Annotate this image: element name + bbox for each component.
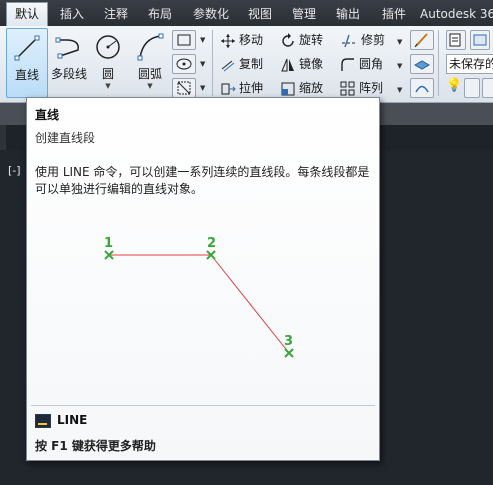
trim-button[interactable]: 修剪 — [340, 30, 385, 50]
tooltip-subtitle: 创建直线段 — [35, 131, 96, 145]
copy-label: 复制 — [239, 57, 264, 71]
chevron-down-icon[interactable]: ▼ — [397, 86, 402, 94]
tab-autodesk-360[interactable]: Autodesk 360 — [420, 3, 493, 25]
tab-layout[interactable]: 布局 — [140, 3, 180, 25]
circle-icon — [96, 35, 120, 59]
layer-lock-icon[interactable] — [482, 78, 493, 98]
tooltip-description: 使用 LINE 命令，可以创建一系列连续的直线段。每条线段都是可以单独进行编辑的… — [35, 165, 370, 196]
chevron-down-icon[interactable]: ▼ — [397, 38, 402, 46]
fillet-button[interactable]: 圆角 — [340, 54, 383, 74]
stretch-button[interactable]: 拉伸 — [220, 78, 263, 98]
circle-label: 圆 — [101, 67, 114, 81]
lightbulb-icon[interactable]: 💡 — [446, 78, 462, 93]
line-icon — [14, 35, 40, 61]
copy-icon — [221, 60, 235, 71]
line-label: 直线 — [14, 68, 39, 82]
tab-default[interactable]: 默认 — [6, 2, 48, 27]
point-3-marker: 3 — [284, 334, 294, 358]
polyline-label: 多段线 — [50, 67, 87, 81]
fillet-label: 圆角 — [359, 57, 384, 71]
rotate-label: 旋转 — [299, 33, 324, 47]
chevron-down-icon[interactable]: ▼ — [200, 84, 205, 92]
tab-annotate[interactable]: 注释 — [96, 3, 136, 25]
circle-button[interactable]: 圆 ▼ — [88, 28, 128, 96]
mirror-button[interactable]: 镜像 — [280, 54, 323, 74]
point-1-marker: 1 — [104, 236, 114, 260]
tooltip-title: 直线 — [35, 108, 60, 122]
chevron-down-icon[interactable]: ▼ — [200, 36, 205, 44]
chevron-down-icon[interactable]: ▼ — [88, 82, 128, 90]
arc-icon — [137, 33, 164, 61]
mirror-icon — [281, 58, 294, 71]
point-2-label: 2 — [207, 236, 216, 251]
layer-icon[interactable] — [446, 30, 466, 50]
point-2-marker: 2 — [206, 236, 216, 260]
move-label: 移动 — [239, 33, 264, 47]
line-illustration: 1 2 3 — [104, 236, 294, 358]
array-icon — [340, 81, 355, 95]
tooltip-command-name: LINE — [57, 413, 88, 427]
ribbon-tab-bar: 默认 插入 注释 布局 参数化 视图 管理 输出 插件 Autodesk 360 — [0, 0, 493, 27]
viewport-control-label[interactable]: [-] — [8, 164, 21, 177]
array-label: 阵列 — [359, 81, 384, 95]
fillet-icon — [341, 57, 354, 71]
tab-output[interactable]: 输出 — [330, 3, 366, 25]
array-button[interactable]: 阵列 — [340, 78, 383, 98]
rotate-button[interactable]: 旋转 — [280, 30, 323, 50]
chevron-down-icon[interactable]: ▼ — [397, 62, 402, 70]
stretch-icon — [221, 83, 236, 94]
ribbon-home-panel: 直线 多段线 圆 ▼ 圆弧 ▼ ▼ ▼ ▼ 移动 旋转 修剪 ▼ 复制 镜像 圆… — [0, 26, 493, 103]
chevron-down-icon[interactable]: ▼ — [130, 82, 170, 90]
chevron-down-icon[interactable]: ▼ — [200, 60, 205, 68]
arc-label: 圆弧 — [137, 67, 162, 81]
trim-icon — [342, 34, 356, 47]
line-tooltip: 直线 创建直线段 使用 LINE 命令，可以创建一系列连续的直线段。每条线段都是… — [26, 97, 380, 461]
line-button[interactable]: 直线 — [6, 28, 48, 98]
scale-button[interactable]: 缩放 — [280, 78, 323, 98]
scale-label: 缩放 — [299, 81, 324, 95]
gradient-icon[interactable] — [172, 78, 196, 98]
point-1-label: 1 — [104, 236, 113, 251]
command-line-icon — [35, 413, 51, 428]
polyline-button[interactable]: 多段线 — [47, 28, 91, 96]
tab-view[interactable]: 视图 — [242, 3, 278, 25]
mirror-label: 镜像 — [299, 57, 324, 71]
panel-divider — [438, 30, 439, 96]
segment-2-3 — [210, 254, 290, 354]
scale-icon — [281, 82, 295, 95]
stretch-label: 拉伸 — [239, 81, 264, 95]
tooltip-help-hint: 按 F1 键获得更多帮助 — [35, 439, 156, 453]
tooltip-separator — [31, 405, 375, 406]
layer-state-icon[interactable] — [470, 30, 490, 50]
arc-button[interactable]: 圆弧 ▼ — [130, 28, 170, 96]
text-edit-icon[interactable] — [410, 30, 434, 50]
rectangle-icon[interactable] — [172, 30, 196, 50]
point-3-label: 3 — [284, 334, 293, 349]
trim-label: 修剪 — [361, 33, 386, 47]
tab-manage[interactable]: 管理 — [284, 3, 324, 25]
move-icon — [221, 33, 235, 48]
hatch-icon[interactable] — [172, 54, 196, 74]
layer-freeze-icon[interactable] — [464, 78, 480, 98]
match-properties-icon[interactable] — [410, 78, 434, 98]
tooltip-command: LINE — [35, 413, 87, 428]
copy-button[interactable]: 复制 — [220, 54, 263, 74]
rotate-icon — [282, 32, 294, 47]
layer-properties-icon[interactable] — [410, 54, 434, 74]
tab-insert[interactable]: 插入 — [52, 3, 92, 25]
tab-plugins[interactable]: 插件 — [374, 3, 414, 25]
move-button[interactable]: 移动 — [220, 30, 263, 50]
layer-state-dropdown[interactable]: 未保存的 — [446, 54, 493, 74]
polyline-icon — [55, 37, 79, 59]
tab-parametric[interactable]: 参数化 — [186, 3, 236, 25]
panel-divider — [212, 30, 213, 96]
